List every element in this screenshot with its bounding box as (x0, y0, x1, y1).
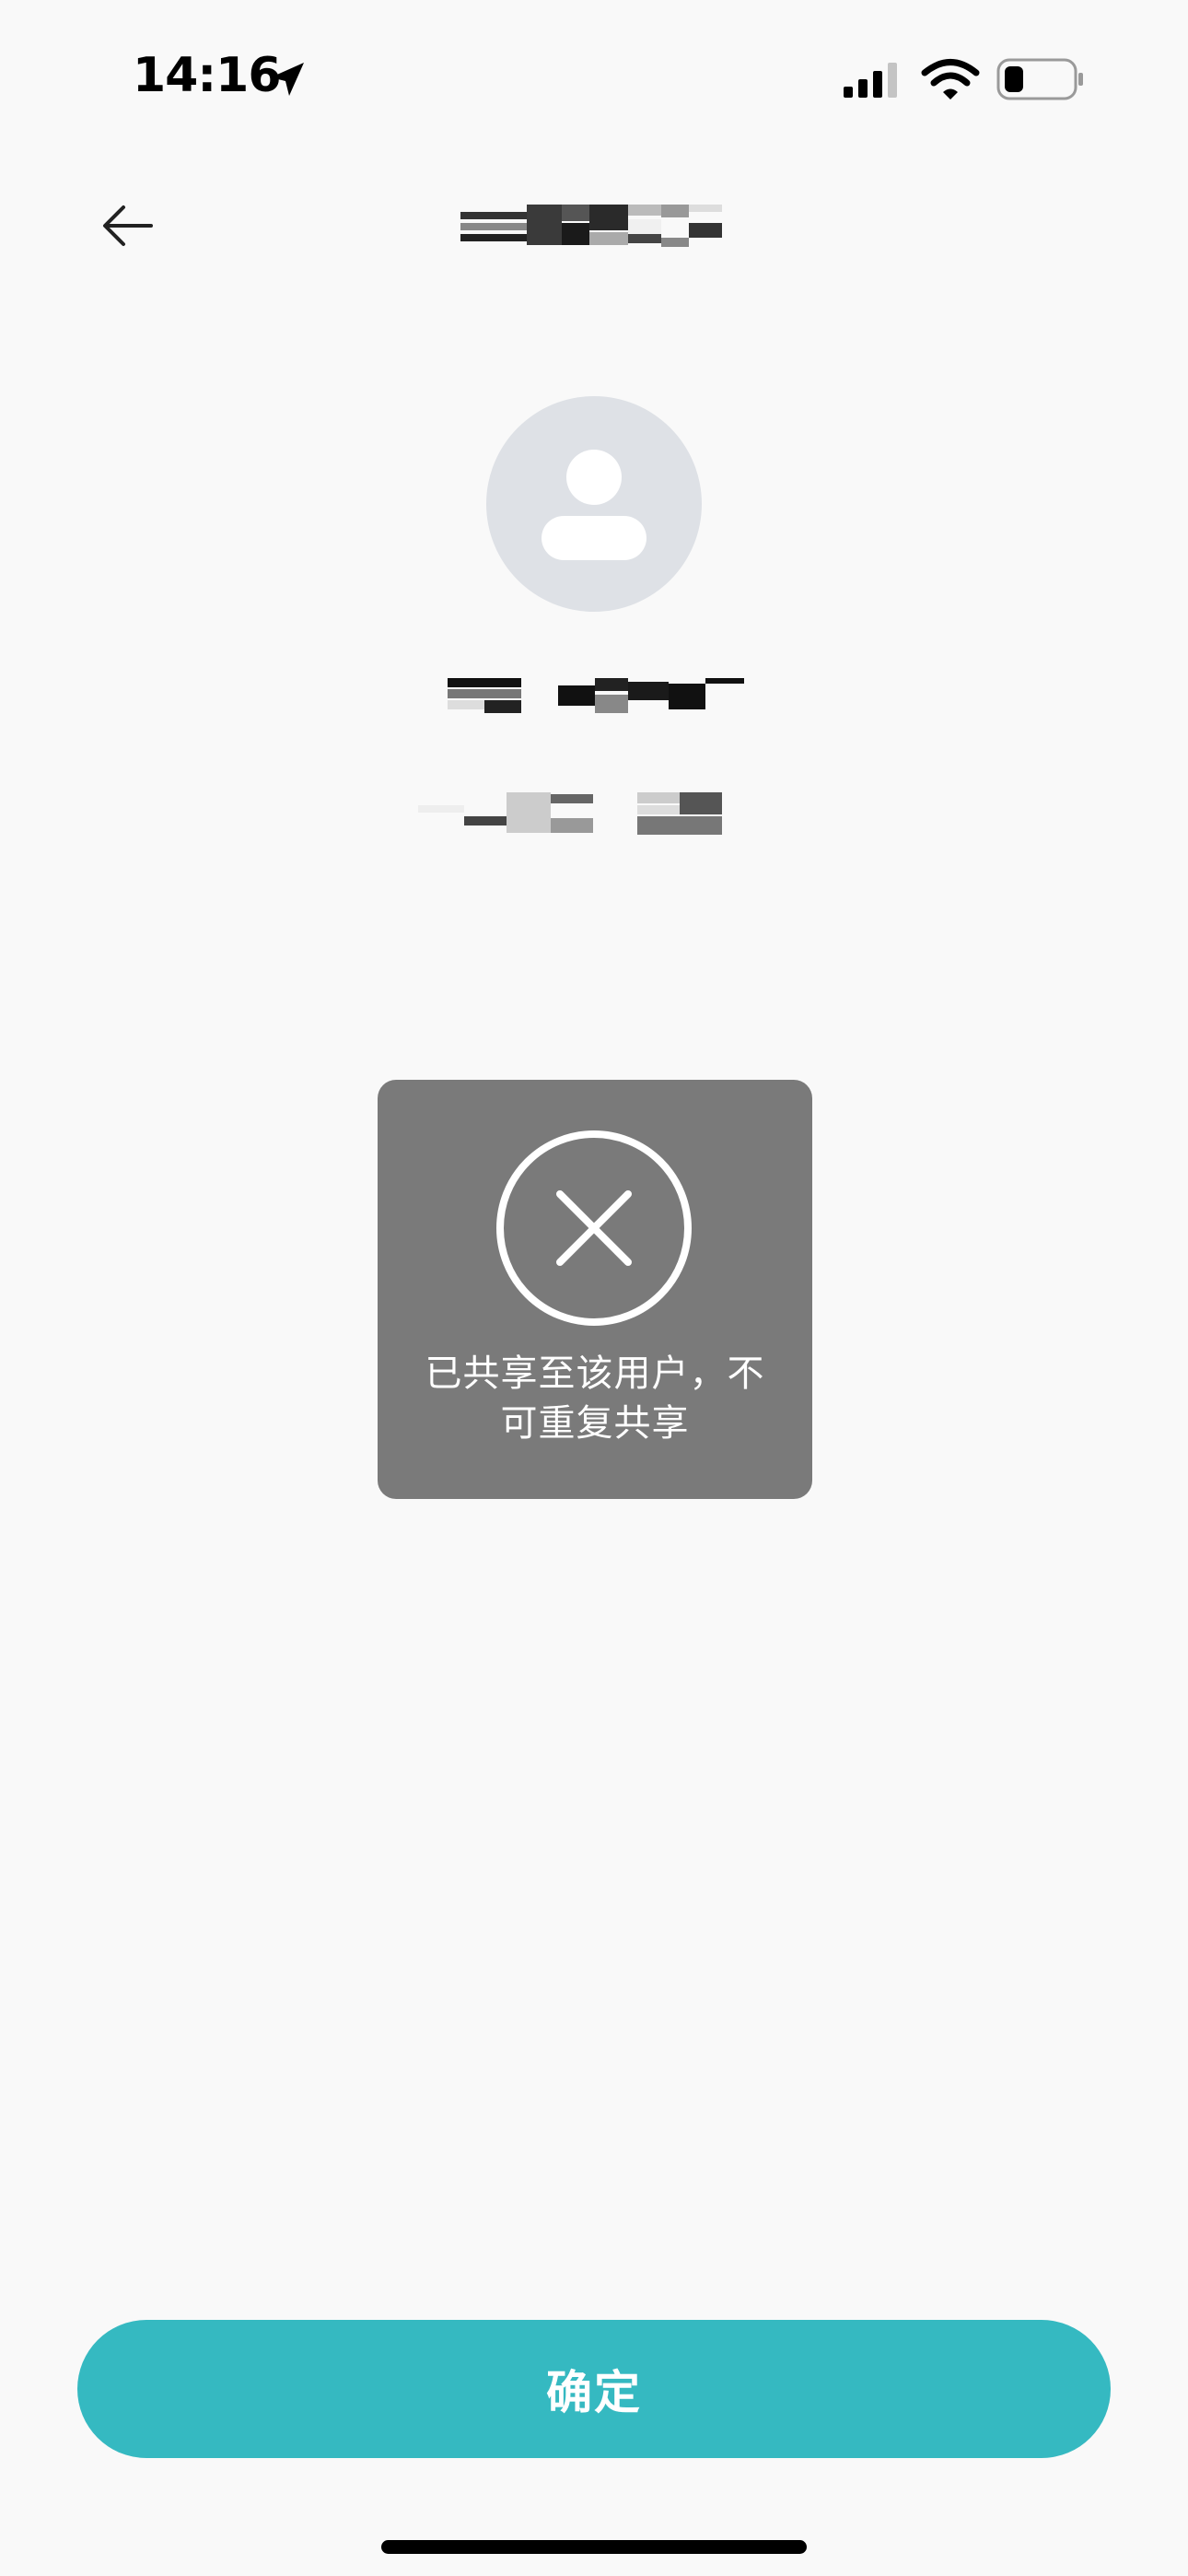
toast-message-line2: 可重复共享 (500, 1402, 690, 1445)
page-title-redacted (460, 205, 722, 247)
location-arrow-icon (271, 63, 304, 96)
user-silhouette-icon (542, 450, 646, 560)
user-account-redacted (418, 792, 722, 835)
confirm-button-label: 确定 (546, 2366, 642, 2419)
avatar (486, 396, 702, 612)
user-name-redacted (448, 678, 744, 713)
circle-x-icon (496, 1130, 692, 1326)
status-time: 14:16 (133, 48, 282, 103)
battery-low-icon (996, 58, 1083, 100)
toast-message-line1: 已共享至该用户，不 (425, 1352, 765, 1395)
confirm-button[interactable]: 确定 (77, 2320, 1111, 2458)
toast-message: 已共享至该用户，不 可重复共享 (405, 1349, 785, 1448)
back-button[interactable] (92, 193, 175, 258)
arrow-left-icon (103, 205, 153, 246)
wifi-icon (921, 59, 980, 100)
cellular-signal-icon (844, 63, 897, 98)
home-indicator[interactable] (381, 2540, 807, 2554)
error-toast: 已共享至该用户，不 可重复共享 (378, 1080, 812, 1499)
status-bar: 14:16 (0, 0, 1188, 157)
